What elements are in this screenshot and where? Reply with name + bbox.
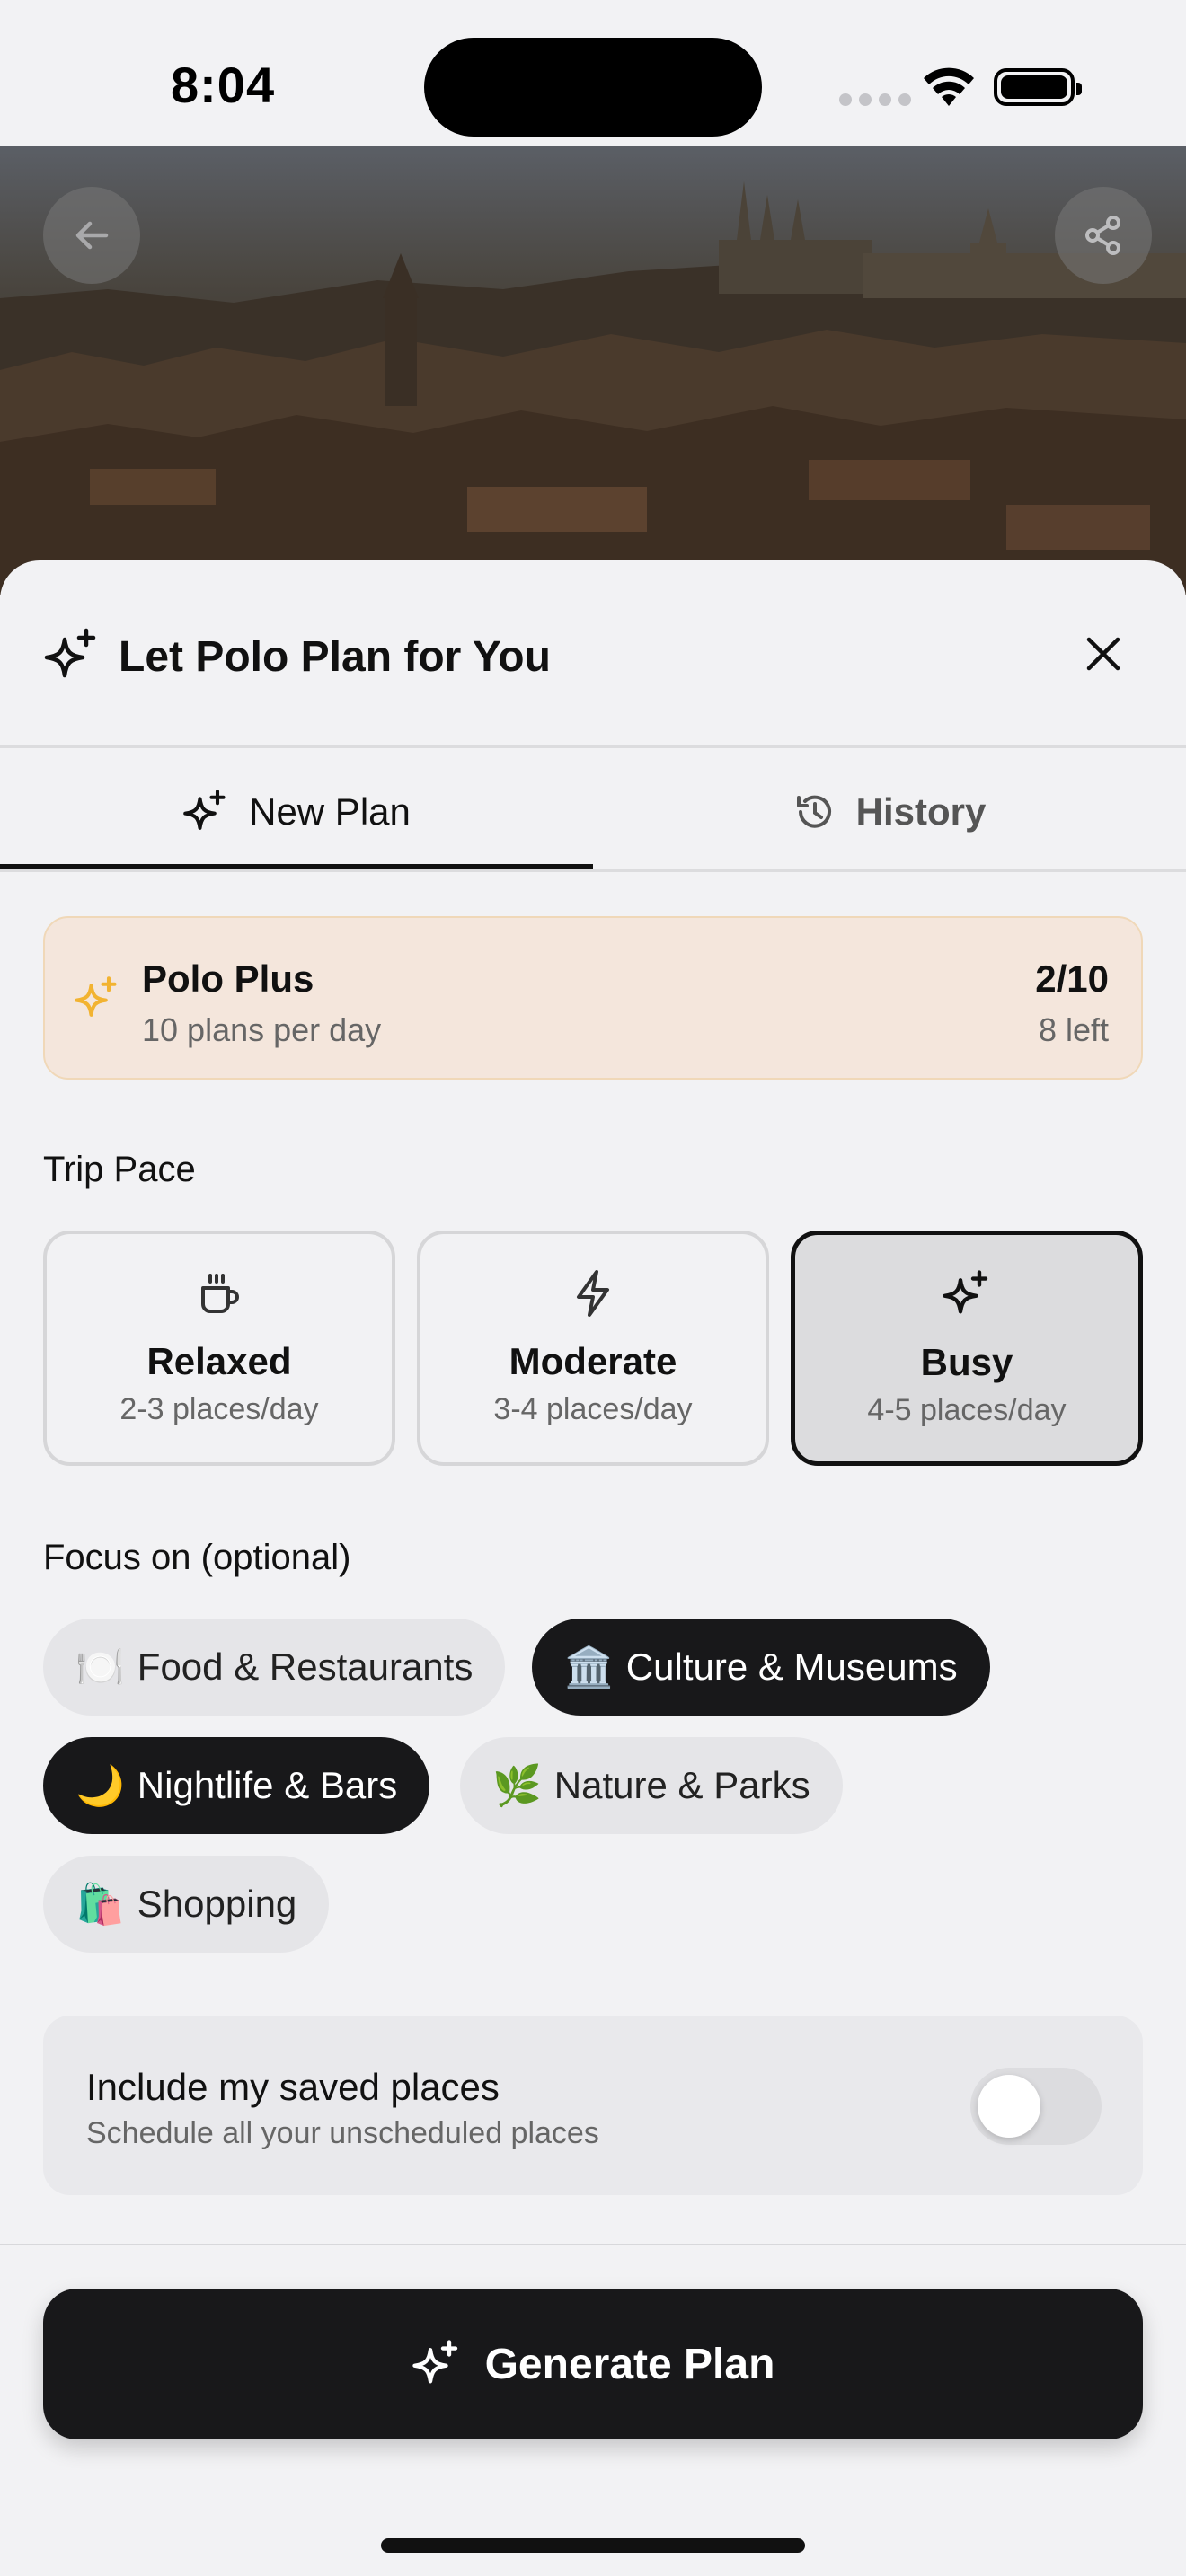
pace-option-moderate[interactable]: Moderate 3-4 places/day [417,1231,769,1466]
city-skyline-image [0,181,1186,595]
saved-places-toggle[interactable] [970,2068,1102,2145]
footer-divider [0,2244,1186,2245]
museum-icon: 🏛️ [564,1645,614,1690]
focus-chip-food[interactable]: 🍽️ Food & Restaurants [43,1619,506,1716]
home-indicator[interactable] [381,2538,805,2553]
generate-plan-button[interactable]: Generate Plan [43,2289,1143,2439]
trip-pace-label: Trip Pace [43,1150,196,1189]
sparkles-icon [943,1270,988,1314]
cellular-signal-icon [839,93,911,106]
moon-icon: 🌙 [75,1763,125,1809]
pace-detail: 2-3 places/day [119,1392,319,1426]
shopping-bags-icon: 🛍️ [75,1882,125,1928]
chip-label: Nature & Parks [553,1764,810,1806]
saved-places-title: Include my saved places [86,2066,500,2108]
pace-detail: 3-4 places/day [493,1392,693,1426]
chip-label: Culture & Museums [625,1645,958,1688]
sparkles-icon [183,790,226,830]
destination-hero-image [0,146,1186,595]
close-icon [1086,637,1120,671]
lightning-icon [577,1270,609,1317]
plans-remaining: 8 left [1038,1011,1109,1048]
arrow-left-icon [75,221,109,250]
focus-chip-culture[interactable]: 🏛️ Culture & Museums [532,1619,990,1716]
status-time: 8:04 [171,57,276,113]
battery-icon [994,68,1082,106]
plans-used-count: 2/10 [1035,957,1109,1000]
plan-sheet: Let Polo Plan for You New Plan History P… [0,560,1186,2576]
generate-plan-label: Generate Plan [484,2340,775,2388]
sparkles-icon [75,976,117,1017]
dynamic-island [424,38,762,137]
back-button[interactable] [43,187,140,284]
sparkles-icon [44,628,96,678]
saved-places-subtitle: Schedule all your unscheduled places [86,2116,599,2150]
tab-new-plan[interactable]: New Plan [0,749,593,875]
herb-icon: 🌿 [492,1763,542,1809]
tab-history-label: History [855,790,987,833]
sheet-title: Let Polo Plan for You [119,633,551,681]
pace-name: Moderate [509,1340,677,1382]
tab-new-plan-label: New Plan [249,790,411,833]
subscription-plan-card: Polo Plus 10 plans per day 2/10 8 left [43,916,1143,1080]
plan-description: 10 plans per day [142,1011,382,1048]
plan-name: Polo Plus [142,957,314,1000]
focus-label: Focus on (optional) [43,1538,351,1577]
status-bar: 8:04 [0,0,1186,146]
close-button[interactable] [1066,616,1141,692]
history-icon [796,795,831,828]
tab-history[interactable]: History [593,749,1186,875]
fork-knife-plate-icon: 🍽️ [75,1645,125,1690]
pace-name: Busy [920,1341,1013,1383]
focus-chip-shopping[interactable]: 🛍️ Shopping [43,1856,330,1953]
sparkles-icon [412,2340,457,2384]
share-button[interactable] [1055,187,1152,284]
pace-option-relaxed[interactable]: Relaxed 2-3 places/day [43,1231,395,1466]
coffee-cup-icon [201,1274,239,1313]
share-icon [1085,216,1120,255]
divider [0,745,1186,748]
toggle-knob [978,2075,1040,2138]
saved-places-option: Include my saved places Schedule all you… [43,2016,1143,2195]
pace-option-busy[interactable]: Busy 4-5 places/day [791,1231,1143,1466]
chip-label: Nightlife & Bars [137,1764,398,1806]
divider [0,869,1186,872]
pace-detail: 4-5 places/day [867,1393,1067,1427]
focus-chip-nature[interactable]: 🌿 Nature & Parks [460,1737,843,1834]
chip-label: Shopping [137,1883,297,1925]
wifi-icon [924,67,974,106]
focus-chip-nightlife[interactable]: 🌙 Nightlife & Bars [43,1737,430,1834]
chip-label: Food & Restaurants [137,1645,474,1688]
pace-name: Relaxed [146,1340,292,1382]
